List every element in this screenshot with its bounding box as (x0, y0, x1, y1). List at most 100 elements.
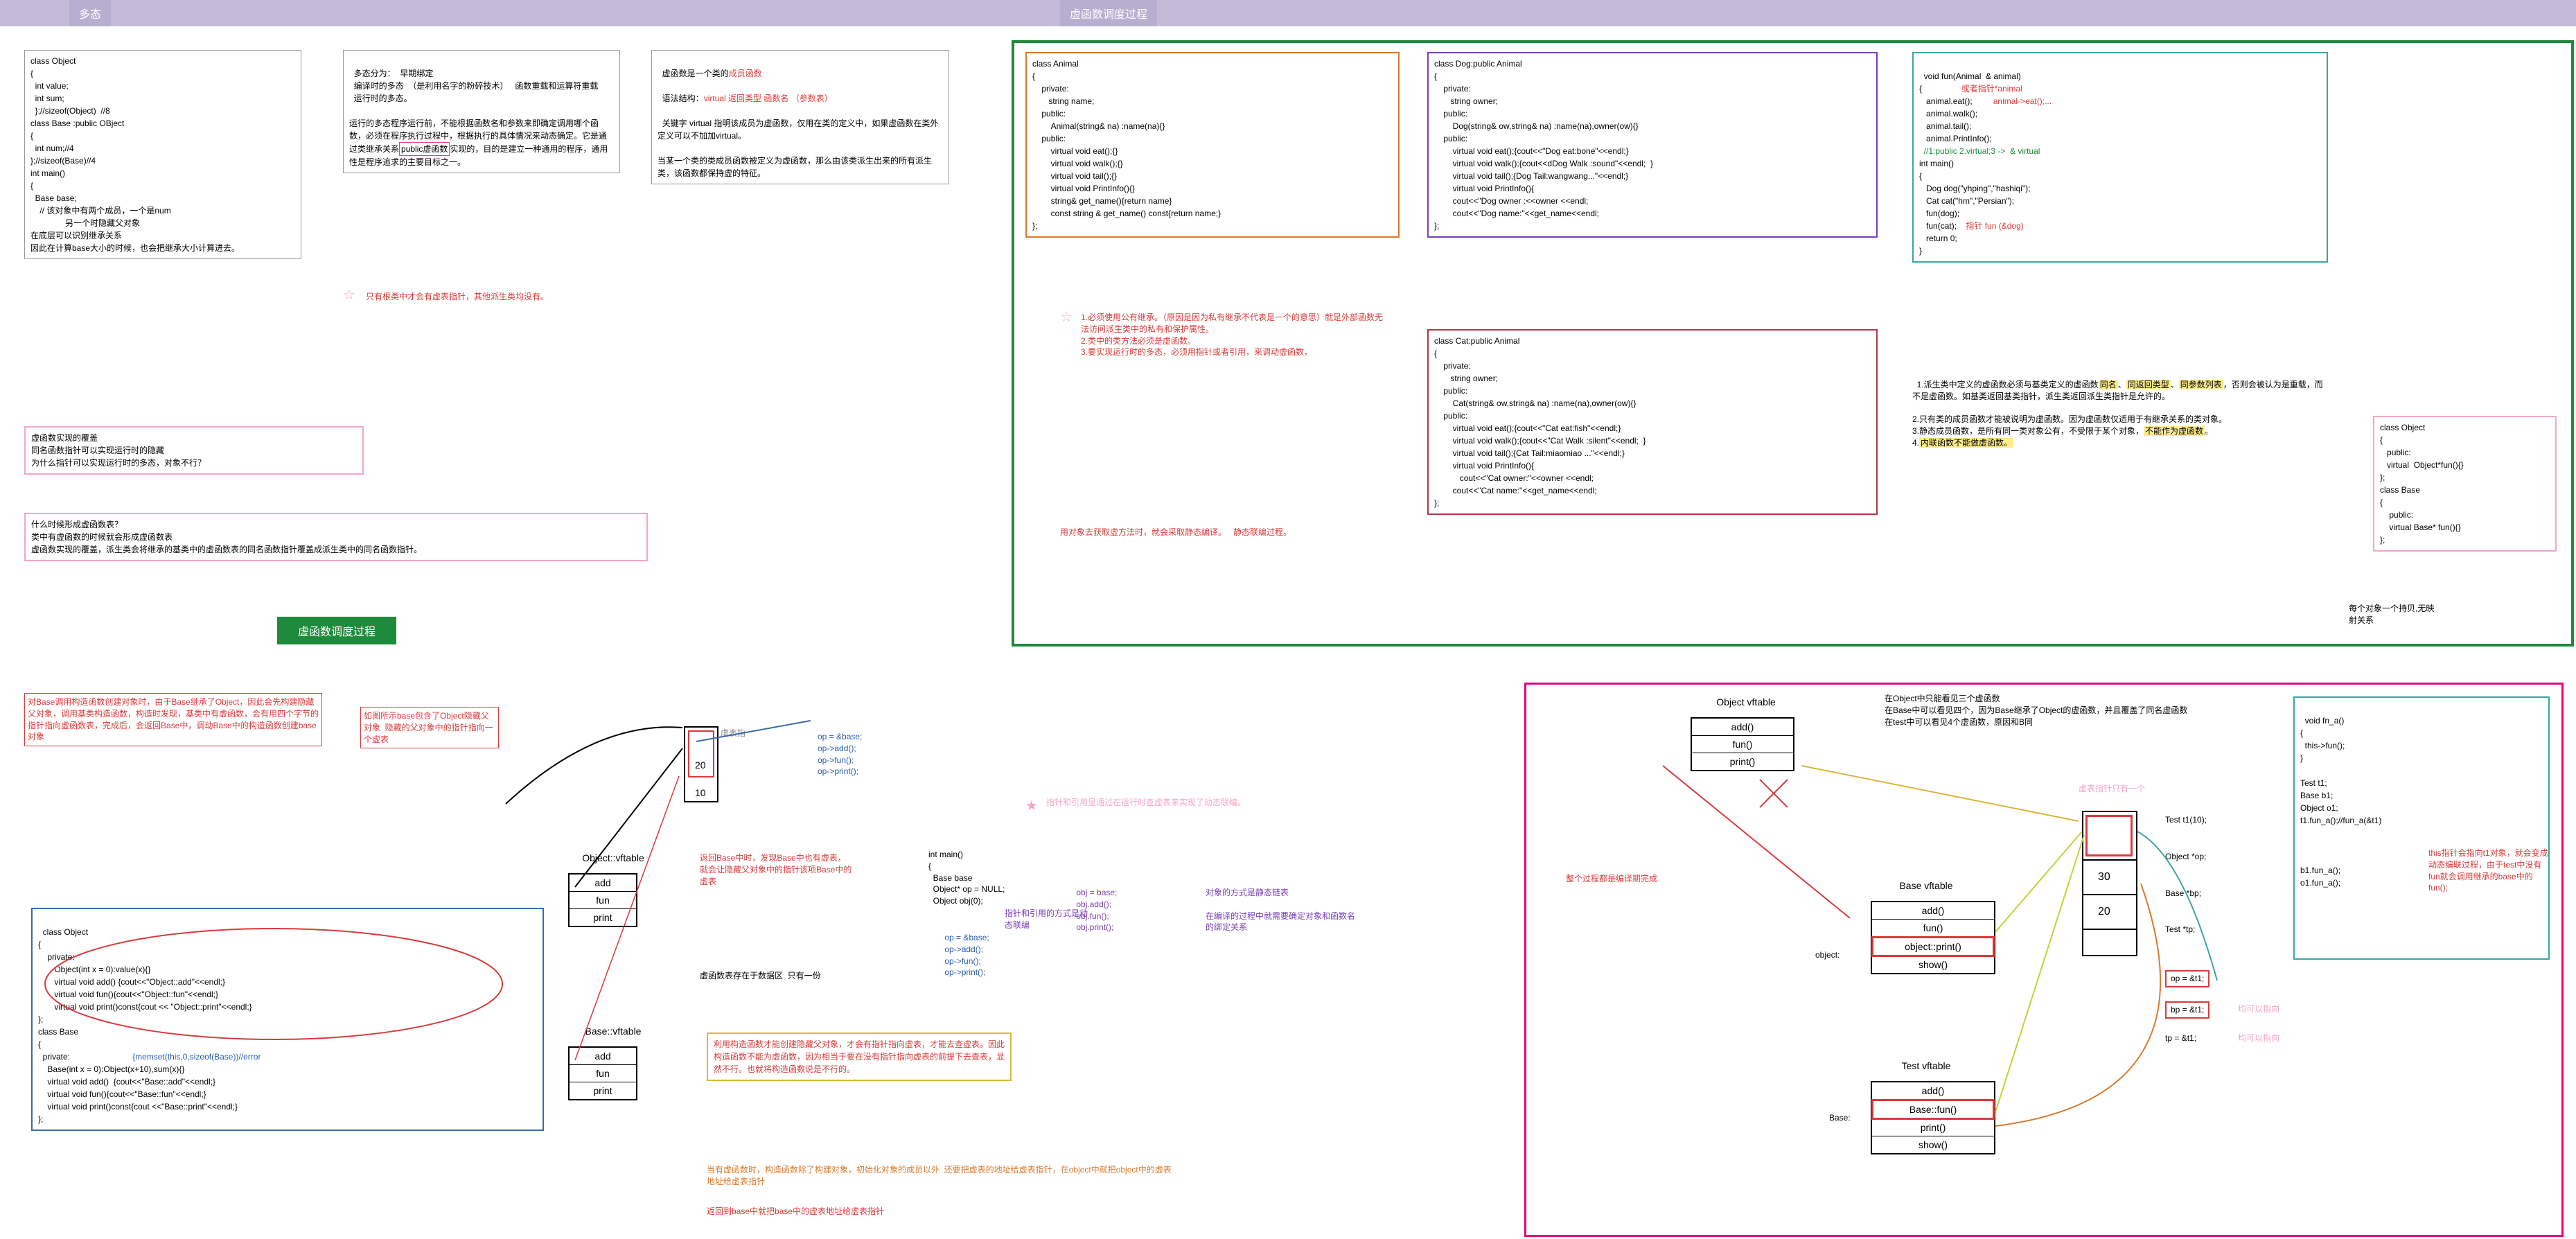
bp-note: 均可以指向 (2238, 1003, 2279, 1015)
text-red: virtual 返回类型 函数名 （参数表） (704, 94, 833, 103)
t: 利用构造函数才能创建隐藏父对象，才会有指针指向虚表，才能去查虚表。因此构造函数不… (714, 1039, 1005, 1074)
note-yellow-constructor: 利用构造函数才能创建隐藏父对象，才会有指针指向虚表，才能去查虚表。因此构造函数不… (707, 1032, 1012, 1081)
row: fun() (1692, 736, 1793, 753)
row-red: object::print() (1871, 936, 1995, 957)
code-class-animal: class Animal { private: string name; pub… (1025, 52, 1400, 238)
vft-object-title: Object::vftable (561, 852, 665, 863)
text: 关键字 virtual 指明该成员为虚函数，仅用在类的定义中，如果虚函数在类外定… (658, 118, 938, 178)
note-vtable-data-area: 虚函数表存在于数据区 只有一份 (700, 970, 852, 982)
vft-base-title: Base::vftable (561, 1026, 665, 1037)
note-ptr-dynamic: 指针和引用的方式是动态联编 (1005, 908, 1088, 931)
header-bar: 多态 虚函数调度过程 (0, 0, 2576, 26)
note-side: 每个对象一个持贝,无映射关系 (2349, 603, 2439, 626)
code-op-calls2: op = &base; op->add(); op->fun(); op->pr… (935, 932, 1074, 978)
note-single-vptr: 虚表指针只有一个 (2079, 783, 2217, 795)
row: show() (1872, 956, 1994, 973)
text: int main() { Dog dog("yhping","hashiqi")… (1919, 159, 2030, 231)
star-icon: ☆ (343, 286, 355, 304)
tp-note: 均可以指向 (2238, 1032, 2279, 1044)
row: print (570, 1082, 636, 1099)
note-vfunc-count: 在Object中只能看见三个虚函数 在Base中可以看见四个，因为Base继承了… (1885, 693, 2259, 728)
row: add (570, 875, 636, 892)
hl: 同名 (2099, 380, 2118, 389)
bp-assign: bp = &t1; (2165, 1001, 2209, 1019)
note-orange-1: 当有虚函数时，构造函数除了构建对象，初始化对象的成员以外 还要把虚表的地址给虚表… (707, 1164, 1178, 1188)
code-obj-decl: Test t1(10); Object *op; Base *bp; Test … (2165, 811, 2276, 939)
row: print() (1872, 1119, 1994, 1136)
hl: 同返回类型 (2126, 380, 2171, 389)
note-only-root-vptr: 只有根类中才会有虚表指针，其他派生类均没有。 (366, 291, 678, 303)
text: 虚函数是一个类的 (662, 69, 729, 78)
text: 语法结构： (662, 94, 704, 103)
text: return 0; } (1919, 234, 1957, 256)
t: Base::fun() (1909, 1104, 1957, 1115)
row: show() (1872, 1136, 1994, 1153)
div-line (2082, 929, 2137, 930)
note-base-vptr: 如图所示base包含了Object隐藏父对象 隐藏的父对象中的指针指向一个虚表 (360, 707, 499, 748)
vft-object: add fun print (568, 873, 637, 927)
text: animal.walk(); animal.tail(); animal.Pri… (1919, 109, 1992, 143)
vft-obj: add() fun() print() (1691, 717, 1794, 771)
text-red: 指针 fun (&dog) (1966, 221, 2023, 231)
hl: 同参数列表 (2179, 380, 2223, 389)
note-polymorphism-types: 多态分为： 早期绑定 编译时的多态 （是利用名字的粉碎技术） 函数重载和运算符重… (343, 50, 620, 173)
note-vfunc-override: 虚函数实现的覆盖 同名函数指针可以实现运行时的隐藏 为什么指针可以实现运行时的多… (24, 426, 364, 475)
code-op-calls: op = &base; op->add(); op->fun(); op->pr… (818, 731, 956, 777)
note-this-ptr: this指针会指向t1对象，就会变成动态编联过程，由于test中没有fun就会调… (2428, 847, 2550, 894)
tab-vfunc-dispatch[interactable]: 虚函数调度过程 (1060, 0, 1157, 26)
row: add() (1872, 1082, 1994, 1100)
note-static-bind: 对象的方式是静态链表 在编译的过程中就需要确定对象和函数名的绑定关系 (1206, 887, 1358, 933)
vft-obj-title: Object vftable (1691, 696, 1801, 708)
section-label-dispatch: 虚函数调度过程 (277, 617, 396, 644)
stack-red (2085, 815, 2133, 856)
text-green: //1:public 2.virtual;3 -> & virtual (1924, 146, 2040, 156)
t: 1.派生类中定义的虚函数必须与基类定义的虚函数 (1917, 380, 2099, 389)
label-base-prefix: Base: (1829, 1112, 1851, 1124)
t: 4. (1912, 438, 1919, 448)
vft-base2: add() fun() object::print() show() (1871, 901, 1995, 974)
vft-base-title: Base vftable (1871, 880, 1982, 891)
t: object::print() (1905, 941, 1961, 952)
text: 多态分为： 早期绑定 编译时的多态 （是利用名字的粉碎技术） 函数重载和运算符重… (349, 69, 607, 154)
note-vfunc-syntax: 虚函数是一个类的成员函数 语法结构：virtual 返回类型 函数名 （参数表）… (651, 50, 949, 184)
hl: 内联函数不能做虚函数。 (1919, 438, 2013, 448)
row: fun (570, 1065, 636, 1082)
vft-base: add fun print (568, 1046, 637, 1100)
t-blue: {memset(this,0,sizeof(Base))//error (132, 1052, 261, 1062)
row: fun (570, 892, 636, 909)
code-class-dog: class Dog:public Animal { private: strin… (1427, 52, 1878, 238)
star-icon: ☆ (1060, 308, 1073, 326)
label-vtable-hidden: 虚表指 (721, 728, 746, 739)
code-object-base-size: class Object { int value; int sum; };//s… (24, 50, 301, 259)
code-fn-a: void fn_a() { this->fun(); } Test t1; Ba… (2293, 696, 2550, 960)
row: print() (1692, 753, 1793, 770)
text-red: animal->eat();... (1993, 96, 2052, 106)
row: add() (1692, 719, 1793, 736)
note-compile-time: 整个过程都是编译期完成 (1566, 873, 1739, 885)
code-return-type: class Object { public: virtual Object*fu… (2373, 416, 2557, 552)
row-red: Base::fun() (1871, 1099, 1995, 1120)
op-assign: op = &t1; (2165, 970, 2209, 987)
t: class Object { private: Object(int x = 0… (38, 927, 252, 1062)
div-line (2082, 859, 2137, 861)
note-center-red: 1.必须使用公有继承。（原因是因为私有继承不代表是一个的意思）就是外部函数无法访… (1081, 312, 1386, 358)
note-center-red2: 用对象去获取虚方法时，就会采取静态编译。 静态联编过程。 (1060, 527, 1379, 538)
tp-assign: tp = &t1; (2165, 1032, 2196, 1044)
val-30: 30 (2098, 870, 2110, 885)
note-pink-star: 指针和引用是通过在运行时查虚表来实现了动态联编。 (1046, 797, 1323, 809)
label-object-prefix: object: (1815, 949, 1840, 961)
num-20: 20 (695, 759, 706, 773)
note-vfunc-rules: 1.派生类中定义的虚函数必须与基类定义的虚函数同名、同返回类型、同参数列表，否则… (1912, 367, 2328, 449)
num-10: 10 (695, 787, 706, 800)
text-red: 或者指针*animal (1961, 84, 2022, 94)
row: add (570, 1048, 636, 1065)
code-class-cat: class Cat:public Animal { private: strin… (1427, 329, 1878, 515)
code-object-base-virtual: class Object { private: Object(int x = 0… (31, 908, 544, 1131)
t: Base(int x = 0):Object(x+10),sum(x){} vi… (38, 1064, 238, 1124)
note-orange-2: 返回到base中就把base中的虚表地址给虚表指针 (707, 1206, 1178, 1218)
row: add() (1872, 902, 1994, 920)
star-icon: ★ (1025, 797, 1038, 814)
text-red: 成员函数 (729, 69, 762, 78)
note-base-constructor: 对Base调用构造函数创建对象时，由于Base继承了Object，因此会先构建隐… (24, 693, 322, 746)
tab-polymorphism[interactable]: 多态 (69, 0, 111, 26)
